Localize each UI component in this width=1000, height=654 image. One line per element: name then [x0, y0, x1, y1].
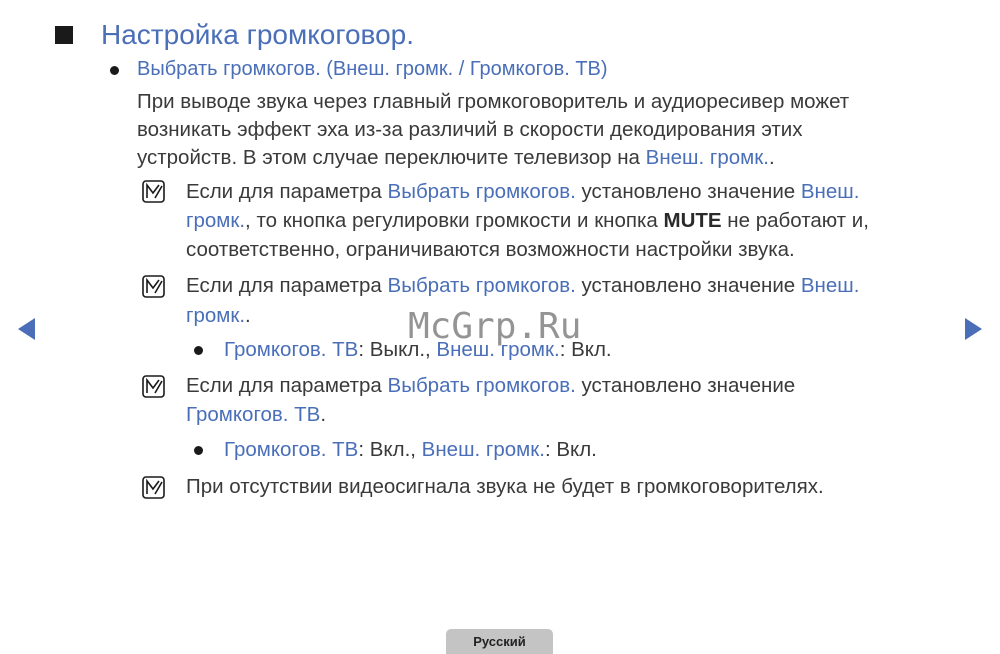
note-icon	[142, 476, 165, 499]
intro-line: возникать эффект эха из-за различий в ск…	[137, 118, 803, 141]
language-tab[interactable]: Русский	[446, 629, 553, 654]
note-4: При отсутствии видеосигнала звука не буд…	[186, 475, 824, 498]
intro-line: устройств. В этом случае переключите тел…	[137, 146, 775, 169]
option-name: Выбрать громкогов.	[387, 374, 576, 397]
option-value: Внеш.	[800, 274, 860, 297]
intro-paragraph: При выводе звука через главный громкогов…	[137, 88, 849, 172]
page-title: Настройка громкоговор.	[101, 19, 415, 50]
option-name: Выбрать громкогов.	[387, 180, 576, 203]
option-value: громк.	[186, 209, 246, 232]
option-value: Внеш.	[800, 180, 860, 203]
option-value: громк.	[186, 304, 246, 327]
note-icon	[142, 180, 165, 203]
option-value: Внеш. громк.	[645, 146, 769, 169]
heading-square-icon	[55, 26, 73, 44]
heading-row: Настройка громкоговор.	[55, 18, 414, 52]
watermark: McGrp.Ru	[408, 306, 582, 347]
note-icon	[142, 275, 165, 298]
mute-key-label: MUTE	[663, 209, 722, 232]
bullet-icon	[194, 446, 203, 455]
previous-page-arrow-icon[interactable]	[18, 318, 35, 340]
option-value: Громкогов. ТВ	[186, 403, 321, 426]
note-icon	[142, 375, 165, 398]
bullet-icon	[194, 346, 203, 355]
subheading: Выбрать громкогов. (Внеш. громк. / Громк…	[137, 58, 608, 80]
bullet-item: Громкогов. ТВ: Вкл., Внеш. громк.: Вкл.	[224, 438, 597, 461]
next-page-arrow-icon[interactable]	[965, 318, 982, 340]
option-name: Выбрать громкогов.	[387, 274, 576, 297]
bullet-icon	[110, 66, 119, 75]
note-1: Если для параметра Выбрать громкогов. ус…	[186, 180, 869, 261]
intro-line: При выводе звука через главный громкогов…	[137, 90, 850, 113]
note-3: Если для параметра Выбрать громкогов. ус…	[186, 374, 796, 426]
